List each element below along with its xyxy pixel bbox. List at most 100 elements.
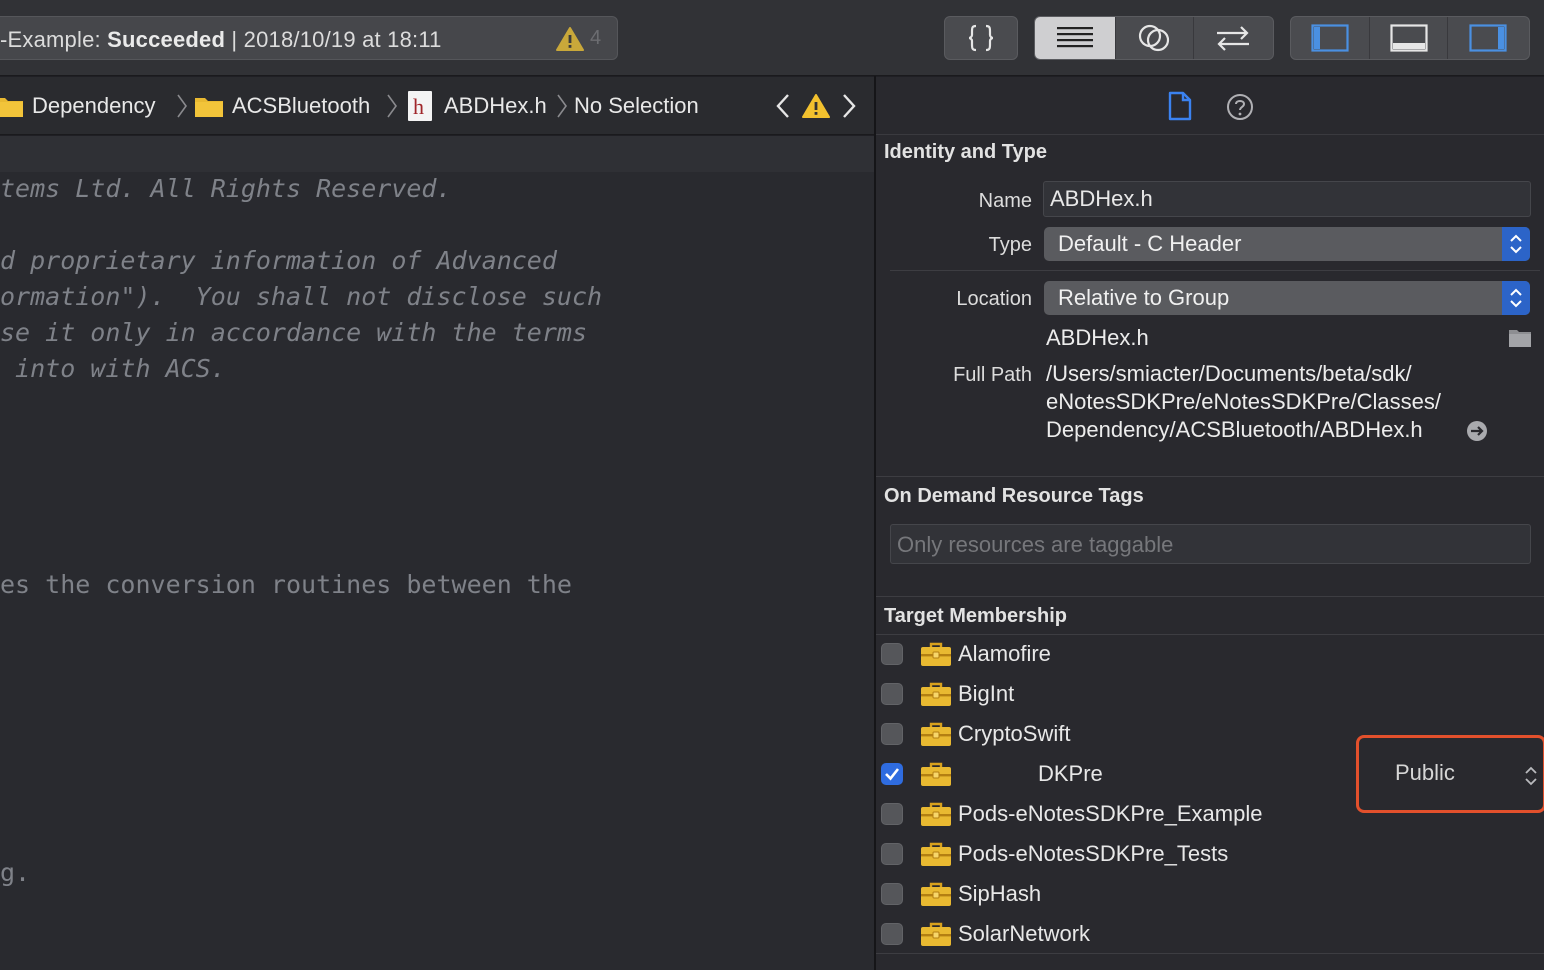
- version-editor-icon: [1217, 26, 1250, 51]
- jump-bar: Dependency ACSBluetooth h ABDHex.h No Se…: [0, 77, 874, 135]
- target-checkbox[interactable]: [881, 683, 903, 705]
- standard-editor-icon: [1057, 27, 1094, 48]
- current-line-highlight: [0, 136, 874, 172]
- odr-section-title: On Demand Resource Tags: [884, 485, 1144, 507]
- type-popup[interactable]: Default - C Header: [1044, 227, 1530, 261]
- full-path-line: Dependency/ACSBluetooth/ABDHex.h: [1046, 417, 1423, 442]
- visibility-popup[interactable]: Public: [1395, 760, 1455, 786]
- panel-toggle-group: [1290, 16, 1530, 60]
- warning-icon[interactable]: [802, 93, 830, 119]
- debug-area-toggle-button[interactable]: [1370, 17, 1448, 59]
- jumpbar-label: Dependency: [32, 93, 156, 118]
- toolbox-icon: [921, 882, 951, 906]
- quick-help-tab-icon[interactable]: [1226, 93, 1254, 121]
- toolbox-icon: [921, 802, 951, 826]
- chevron-right-icon[interactable]: [840, 93, 858, 119]
- reveal-in-finder-icon[interactable]: [1466, 420, 1488, 442]
- folder-icon: [195, 98, 223, 117]
- name-label: Name: [978, 190, 1032, 212]
- utilities-toggle-button[interactable]: [1448, 17, 1529, 59]
- chevron-left-icon[interactable]: [774, 93, 792, 119]
- code-line: ormation"). You shall not disclose such: [0, 282, 603, 311]
- jumpbar-item-no-selection[interactable]: No Selection: [574, 77, 699, 135]
- assistant-editor-button[interactable]: [1116, 17, 1194, 59]
- target-checkbox[interactable]: [881, 843, 903, 865]
- warning-icon[interactable]: [556, 26, 584, 52]
- popup-stepper-icon[interactable]: [1524, 764, 1538, 788]
- separator: [876, 953, 1544, 954]
- location-label: Location: [956, 288, 1032, 310]
- name-field[interactable]: ABDHex.h: [1043, 181, 1531, 217]
- target-checkbox[interactable]: [881, 803, 903, 825]
- separator: [890, 270, 1540, 271]
- braces-icon: [968, 24, 994, 52]
- target-row[interactable]: SipHash: [876, 875, 1544, 915]
- activity-status-bar[interactable]: -Example: Succeeded | 2018/10/19 at 18:1…: [0, 16, 618, 60]
- braces-button[interactable]: [945, 17, 1017, 59]
- target-checkbox[interactable]: [881, 923, 903, 945]
- target-name: DKPre: [1038, 761, 1103, 786]
- toolbox-icon: [921, 842, 951, 866]
- popup-stepper-icon: [1502, 227, 1530, 261]
- jumpbar-item-acsbluetooth[interactable]: ACSBluetooth: [194, 77, 370, 135]
- build-status-text: -Example: Succeeded | 2018/10/19 at 18:1…: [0, 27, 442, 53]
- target-name: Pods-eNotesSDKPre_Example: [958, 801, 1263, 826]
- folder-reveal-icon[interactable]: [1508, 328, 1532, 348]
- toolbox-icon: [921, 682, 951, 706]
- separator: [876, 476, 1544, 477]
- target-checkbox[interactable]: [881, 643, 903, 665]
- chevron-right-icon: [387, 94, 397, 118]
- code-line: into with ACS.: [0, 354, 226, 383]
- target-name: SolarNetwork: [958, 921, 1091, 946]
- warning-count: 4: [590, 27, 602, 49]
- code-line: es the conversion routines between the: [0, 570, 572, 599]
- separator: [876, 596, 1544, 597]
- inspector-tabs: [876, 77, 1544, 135]
- assistant-editor-icon: [1139, 24, 1170, 52]
- visibility-highlight-box: Public: [1356, 735, 1544, 813]
- target-row[interactable]: SolarNetwork: [876, 915, 1544, 955]
- full-path-label: Full Path: [953, 364, 1032, 386]
- jumpbar-item-file[interactable]: h ABDHex.h: [408, 77, 547, 135]
- target-name: CryptoSwift: [958, 721, 1071, 746]
- target-row[interactable]: Pods-eNotesSDKPre_Tests: [876, 835, 1544, 875]
- chevron-right-icon: [177, 94, 187, 118]
- target-name: Alamofire: [958, 641, 1051, 666]
- editor-mode-group: [1034, 16, 1274, 60]
- navigator-toggle-icon: [1311, 24, 1349, 52]
- target-checkbox[interactable]: [881, 883, 903, 905]
- jumpbar-label: No Selection: [574, 93, 699, 118]
- code-line: d proprietary information of Advanced: [0, 246, 557, 275]
- target-row[interactable]: Alamofire: [876, 635, 1544, 675]
- full-path-line: eNotesSDKPre/eNotesSDKPre/Classes/: [1046, 389, 1441, 414]
- checkmark-icon: [885, 768, 900, 781]
- file-type-badge: h: [413, 94, 424, 119]
- code-line: tems Ltd. All Rights Reserved.: [0, 174, 452, 203]
- jumpbar-item-dependency[interactable]: Dependency: [0, 77, 156, 135]
- braces-button-group: [944, 16, 1018, 60]
- target-checkbox[interactable]: [881, 763, 903, 785]
- build-result: Succeeded: [107, 27, 226, 52]
- scheme-name: -Example:: [0, 27, 108, 52]
- location-file-name: ABDHex.h: [1046, 325, 1149, 350]
- odr-tags-field[interactable]: Only resources are taggable: [890, 524, 1531, 564]
- toolbox-icon: [921, 642, 951, 666]
- source-editor[interactable]: tems Ltd. All Rights Reserved. d proprie…: [0, 136, 874, 970]
- code-line: se it only in accordance with the terms: [0, 318, 587, 347]
- target-name: BigInt: [958, 681, 1015, 706]
- toolbar: -Example: Succeeded | 2018/10/19 at 18:1…: [0, 0, 1544, 76]
- header-file-icon: h: [408, 91, 432, 121]
- version-editor-button[interactable]: [1194, 17, 1273, 59]
- popup-stepper-icon: [1502, 281, 1530, 315]
- standard-editor-button[interactable]: [1035, 17, 1117, 59]
- target-checkbox[interactable]: [881, 723, 903, 745]
- location-popup-value: Relative to Group: [1058, 285, 1230, 310]
- navigator-toggle-button[interactable]: [1291, 17, 1371, 59]
- file-inspector: Identity and Type Name ABDHex.h Type Def…: [876, 77, 1544, 970]
- chevron-right-icon: [557, 94, 567, 118]
- target-name: SipHash: [958, 881, 1042, 906]
- file-inspector-tab-icon[interactable]: [1168, 91, 1192, 121]
- target-row[interactable]: BigInt: [876, 675, 1544, 715]
- status-separator: |: [225, 27, 244, 52]
- location-popup[interactable]: Relative to Group: [1044, 281, 1530, 315]
